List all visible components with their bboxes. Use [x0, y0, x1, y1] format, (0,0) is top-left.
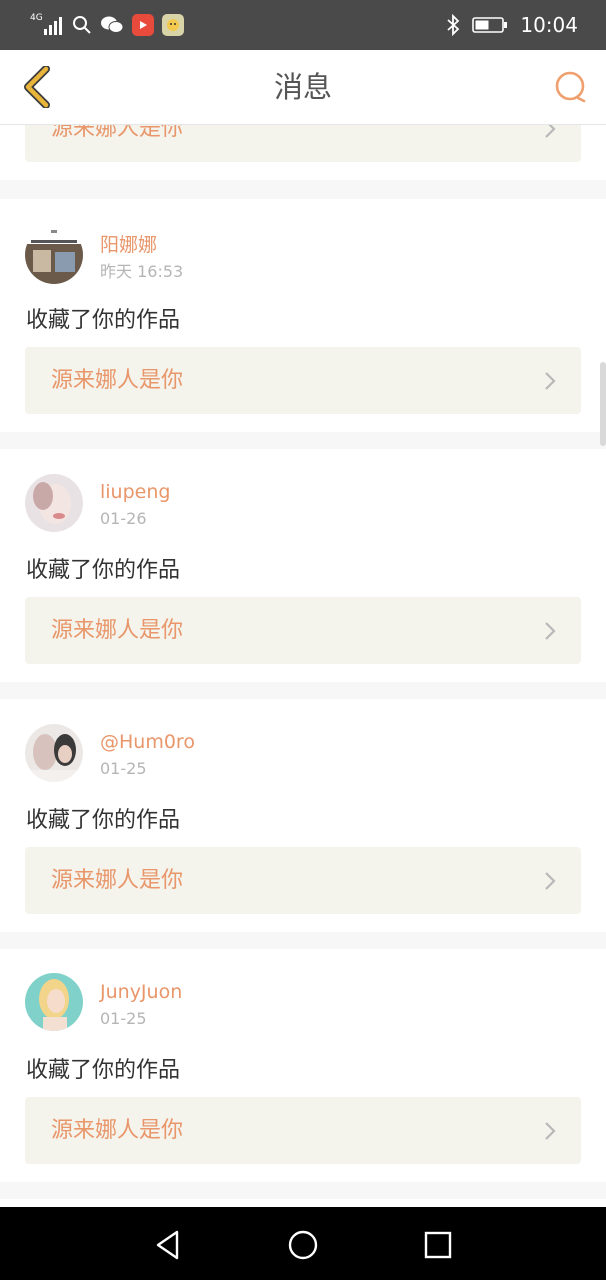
action-text: 收藏了你的作品	[26, 558, 181, 583]
clock: 10:04	[520, 13, 578, 37]
video-app-icon	[132, 14, 154, 36]
work-link[interactable]: 源来娜人是你	[25, 125, 581, 162]
work-link[interactable]: 源来娜人是你	[25, 597, 581, 664]
chevron-right-icon	[545, 125, 556, 138]
work-link[interactable]: 源来娜人是你	[25, 347, 581, 414]
search-icon	[73, 16, 91, 34]
chevron-right-icon	[545, 1122, 556, 1140]
action-text: 收藏了你的作品	[26, 308, 181, 333]
wechat-icon	[101, 16, 124, 33]
timestamp: 01-26	[100, 509, 147, 528]
message-card: 阳娜娜 昨天 16:53 收藏了你的作品 源来娜人是你	[0, 199, 606, 432]
navigation-bar	[0, 1207, 606, 1280]
username[interactable]: @Hum0ro	[100, 731, 195, 753]
work-title: 源来娜人是你	[51, 125, 184, 141]
work-title: 源来娜人是你	[51, 368, 184, 393]
square-recent-icon	[424, 1231, 452, 1259]
nav-back-button[interactable]	[148, 1225, 188, 1265]
search-icon	[555, 71, 586, 103]
message-card: @Hum0ro 01-25 收藏了你的作品 源来娜人是你	[0, 699, 606, 932]
avatar[interactable]	[25, 973, 83, 1031]
message-card: liupeng 01-26 收藏了你的作品 源来娜人是你	[0, 449, 606, 682]
message-list[interactable]: 源来娜人是你 阳娜娜 昨天 16:53 收藏了你的作品 源来娜人是你 liupe…	[0, 125, 606, 1207]
timestamp: 昨天 16:53	[100, 262, 184, 281]
work-link[interactable]: 源来娜人是你	[25, 847, 581, 914]
triangle-back-icon	[156, 1230, 179, 1260]
action-text: 收藏了你的作品	[26, 808, 181, 833]
work-title: 源来娜人是你	[51, 1118, 184, 1143]
nav-recent-button[interactable]	[418, 1225, 458, 1265]
bluetooth-icon	[447, 14, 460, 36]
signal-icon: 4G	[30, 14, 64, 36]
nav-home-button[interactable]	[283, 1225, 323, 1265]
page-title: 消息	[273, 70, 332, 104]
search-button[interactable]	[550, 66, 592, 108]
action-text: 收藏了你的作品	[26, 1058, 181, 1083]
circle-home-icon	[288, 1230, 318, 1260]
timestamp: 01-25	[100, 759, 147, 778]
scrollbar[interactable]	[600, 362, 606, 446]
message-card-partial	[0, 1199, 606, 1207]
chevron-right-icon	[545, 872, 556, 890]
avatar[interactable]	[25, 474, 83, 532]
work-title: 源来娜人是你	[51, 618, 184, 643]
username[interactable]: JunyJuon	[100, 981, 182, 1003]
message-card: JunyJuon 01-25 收藏了你的作品 源来娜人是你	[0, 949, 606, 1182]
work-title: 源来娜人是你	[51, 868, 184, 893]
work-link[interactable]: 源来娜人是你	[25, 1097, 581, 1164]
battery-icon	[472, 17, 508, 33]
status-bar: 4G 10:04	[0, 0, 606, 50]
message-card-partial: 源来娜人是你	[0, 125, 606, 180]
timestamp: 01-25	[100, 1009, 147, 1028]
chevron-right-icon	[545, 372, 556, 390]
avatar[interactable]	[25, 226, 83, 284]
status-right: 10:04	[446, 12, 578, 38]
avatar[interactable]	[25, 724, 83, 782]
header: 消息	[0, 50, 606, 125]
status-left: 4G	[30, 12, 184, 38]
emoji-app-icon	[162, 14, 184, 36]
chevron-right-icon	[545, 622, 556, 640]
username[interactable]: 阳娜娜	[100, 230, 157, 257]
username[interactable]: liupeng	[100, 481, 170, 503]
